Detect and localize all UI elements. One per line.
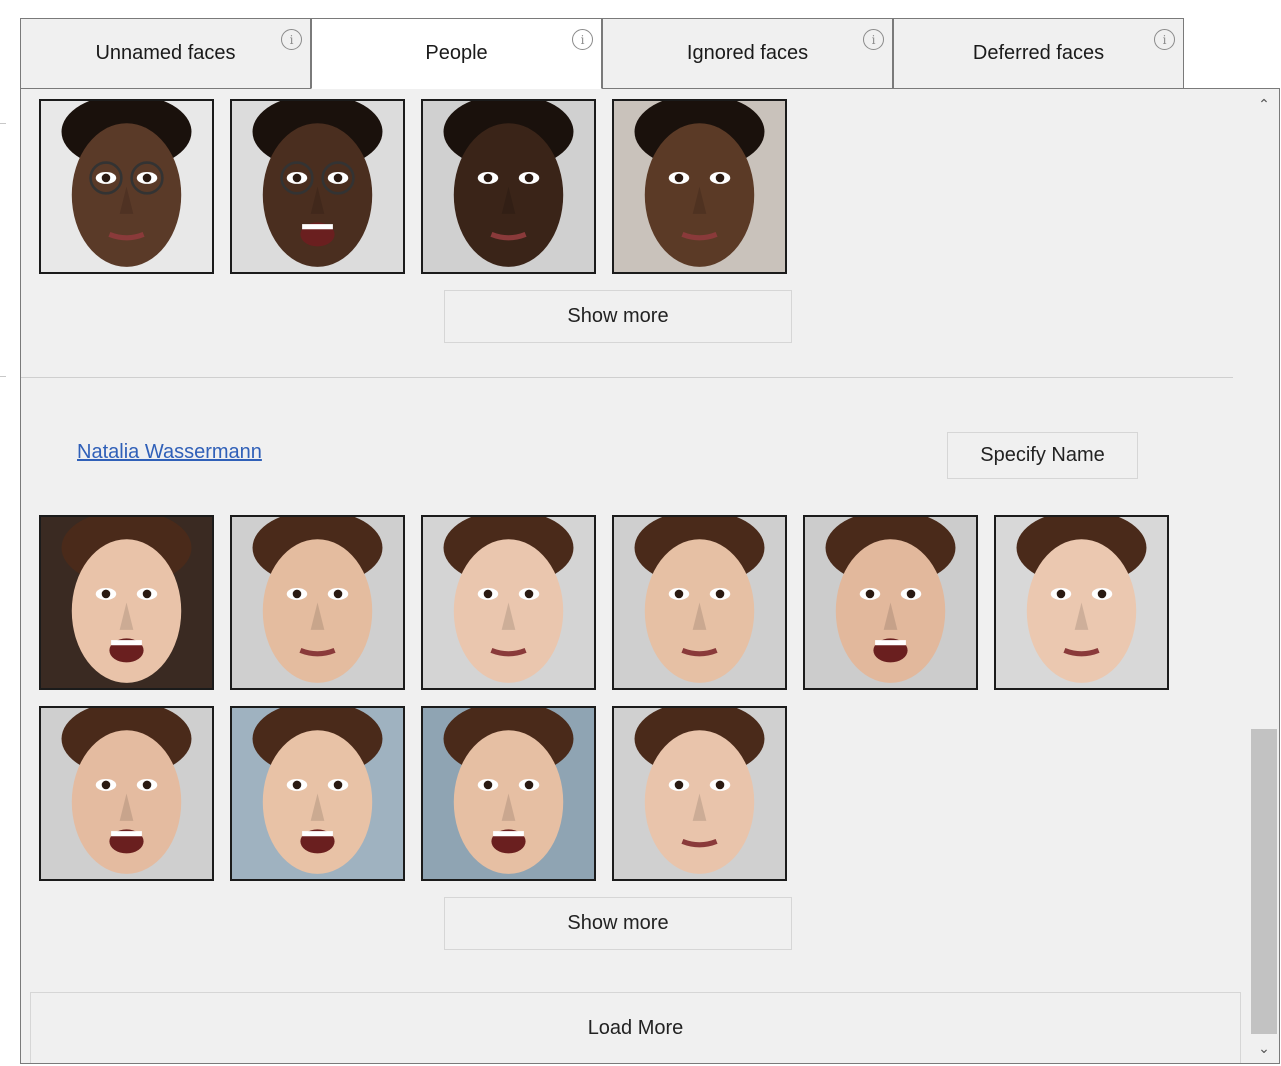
face-thumbnail[interactable] bbox=[39, 515, 214, 690]
load-more-button[interactable]: Load More bbox=[30, 992, 1241, 1063]
face-thumbnail[interactable] bbox=[230, 515, 405, 690]
tab-label: Deferred faces bbox=[972, 42, 1105, 64]
face-thumbnail[interactable] bbox=[230, 706, 405, 881]
face-thumbnail[interactable] bbox=[994, 515, 1169, 690]
face-thumbnail[interactable] bbox=[612, 706, 787, 881]
show-more-label: Show more bbox=[567, 305, 669, 327]
face-thumbnail[interactable] bbox=[421, 515, 596, 690]
info-icon[interactable]: i bbox=[572, 29, 593, 50]
edge-mark bbox=[0, 123, 6, 124]
load-more-label: Load More bbox=[587, 1016, 684, 1039]
tab-people[interactable]: People i bbox=[311, 18, 602, 89]
tab-deferred-faces[interactable]: Deferred faces i bbox=[893, 18, 1184, 89]
face-thumbnail[interactable] bbox=[230, 99, 405, 274]
face-thumbnail[interactable] bbox=[39, 99, 214, 274]
scroll-thumb[interactable] bbox=[1251, 729, 1277, 1034]
info-icon[interactable]: i bbox=[281, 29, 302, 50]
specify-name-button[interactable]: Specify Name bbox=[947, 432, 1138, 479]
face-thumbnail[interactable] bbox=[612, 99, 787, 274]
person-name-link[interactable]: Natalia Wassermann bbox=[77, 441, 262, 464]
specify-name-label: Specify Name bbox=[980, 444, 1105, 466]
tab-label: Ignored faces bbox=[686, 42, 809, 64]
tab-unnamed-faces[interactable]: Unnamed faces i bbox=[20, 18, 311, 89]
face-thumbnail[interactable] bbox=[803, 515, 978, 690]
tab-label: Unnamed faces bbox=[95, 42, 236, 64]
face-thumbnail[interactable] bbox=[39, 706, 214, 881]
vertical-scrollbar[interactable]: ⌃ ⌄ bbox=[1249, 89, 1279, 1063]
chevron-down-icon[interactable]: ⌄ bbox=[1249, 1035, 1279, 1061]
info-icon[interactable]: i bbox=[1154, 29, 1175, 50]
face-thumbnail[interactable] bbox=[421, 706, 596, 881]
people-panel: Show more Natalia Wassermann Specify Nam… bbox=[20, 88, 1280, 1064]
chevron-up-icon[interactable]: ⌃ bbox=[1249, 91, 1279, 117]
show-more-button[interactable]: Show more bbox=[444, 897, 792, 950]
group-divider bbox=[21, 377, 1233, 378]
face-thumbnail[interactable] bbox=[421, 99, 596, 274]
tab-strip: Unnamed faces i People i Ignored faces i… bbox=[20, 18, 1280, 89]
tab-ignored-faces[interactable]: Ignored faces i bbox=[602, 18, 893, 89]
show-more-label: Show more bbox=[567, 912, 669, 934]
show-more-button[interactable]: Show more bbox=[444, 290, 792, 343]
face-manager-window: Unnamed faces i People i Ignored faces i… bbox=[0, 0, 1281, 1066]
info-icon[interactable]: i bbox=[863, 29, 884, 50]
tab-label: People bbox=[425, 42, 488, 64]
face-thumbnail[interactable] bbox=[612, 515, 787, 690]
edge-mark bbox=[0, 376, 6, 377]
